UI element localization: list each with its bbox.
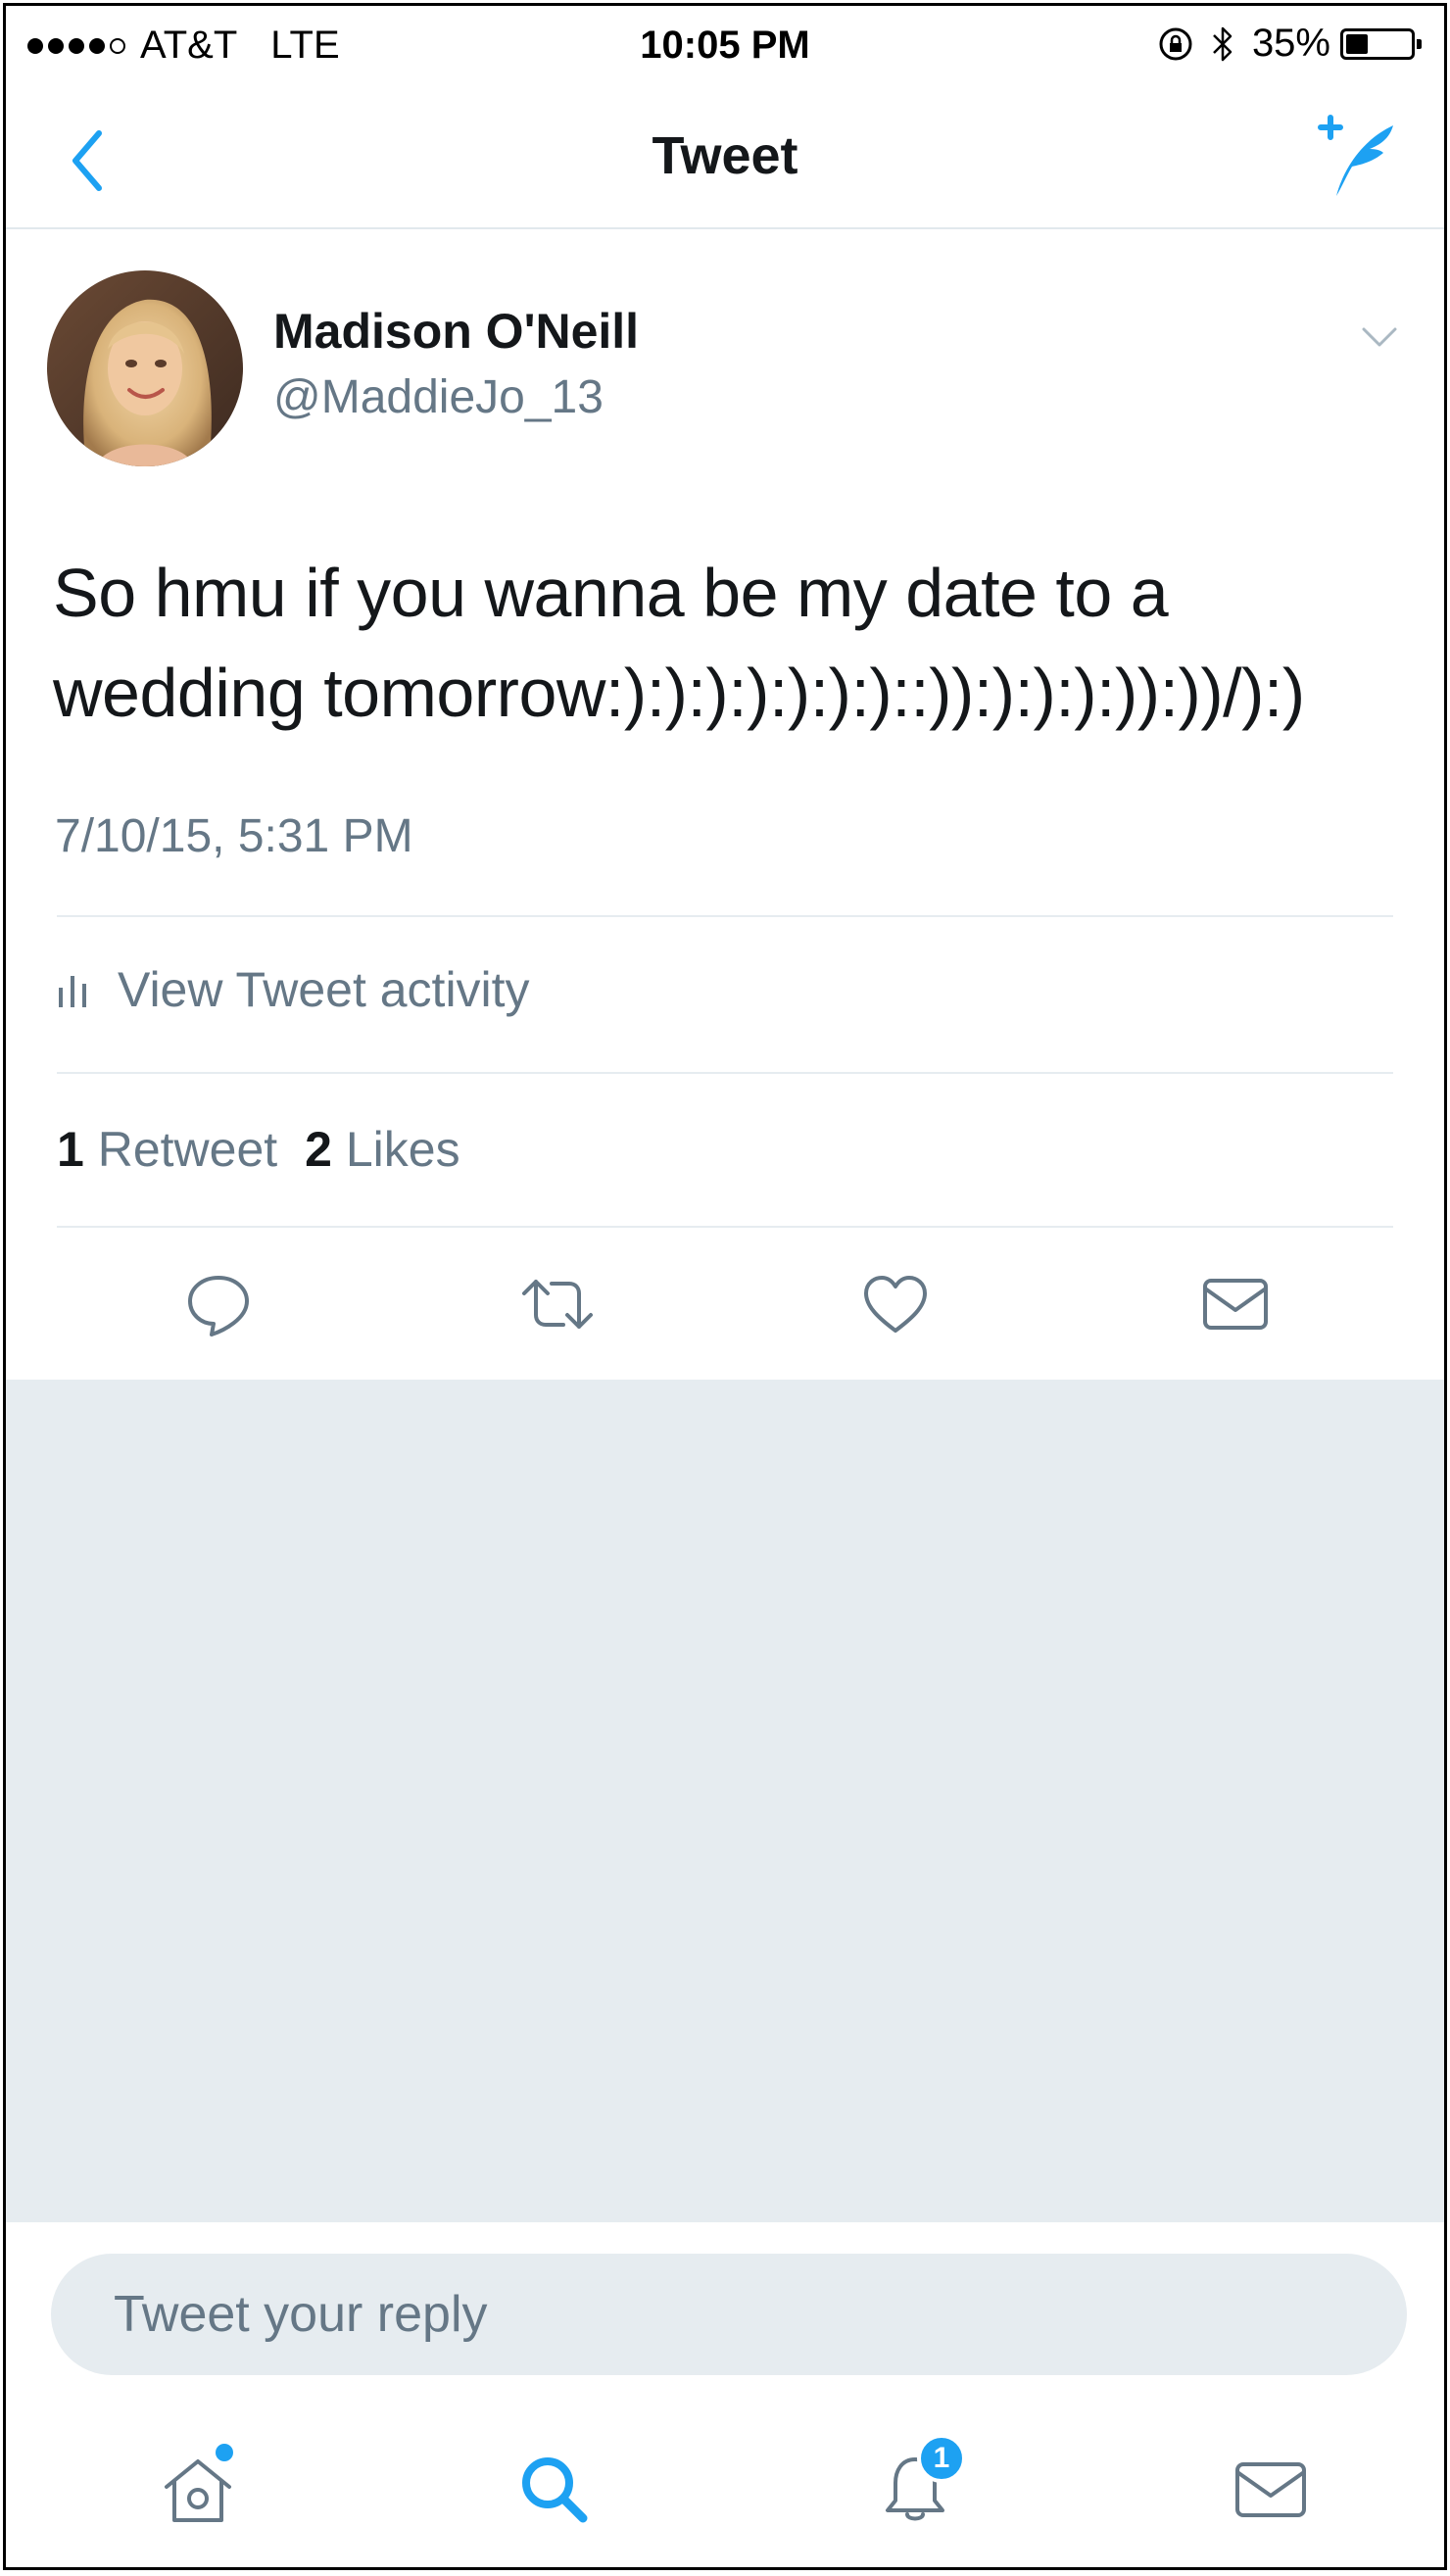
tweet-options-button[interactable] [1350,317,1409,357]
search-icon [522,2457,588,2523]
like-label: Likes [345,1122,460,1177]
tab-notifications[interactable]: 1 [866,2434,966,2538]
profile-photo [47,270,243,466]
retweet-label: Retweet [97,1122,278,1177]
tweet-text-line-2: wedding tomorrow:):):):):):):)::)):):):)… [53,655,1305,731]
phone-screen: AT&T LTE 10:05 PM 35% Tweet Madison O'Ne… [3,3,1447,2570]
orientation-lock-icon [1159,27,1192,60]
compose-tweet-button[interactable] [1307,106,1405,204]
retweet-icon [522,1280,593,1329]
divider [57,1226,1393,1228]
likes-stat[interactable]: 2 Likes [305,1122,459,1177]
status-right: 35% [1158,22,1422,66]
retweet-button[interactable] [513,1260,602,1348]
messages-icon [1235,2462,1306,2517]
notifications-badge: 1 [917,2434,966,2483]
tweet-text-line-1: So hmu if you wanna be my date to a [53,555,1169,631]
tweet-timestamp: 7/10/15, 5:31 PM [55,810,413,862]
page-title: Tweet [652,126,798,185]
chevron-down-icon [1362,327,1397,347]
tab-messages[interactable] [1222,2440,1320,2538]
direct-message-icon [1203,1279,1268,1330]
display-name[interactable]: Madison O'Neill [273,303,639,360]
activity-label: View Tweet activity [118,962,530,1017]
bluetooth-icon [1213,26,1232,61]
avatar[interactable] [47,270,243,466]
reply-placeholder: Tweet your reply [114,2286,488,2343]
direct-message-button[interactable] [1191,1260,1280,1348]
analytics-icon [59,976,86,1007]
user-handle[interactable]: @MaddieJo_13 [273,370,604,424]
nav-bar: Tweet [6,84,1444,229]
replies-area [6,1380,1444,2222]
status-bar: AT&T LTE 10:05 PM 35% [6,6,1444,84]
reply-input[interactable]: Tweet your reply [51,2254,1407,2375]
new-tweets-dot [216,2444,233,2461]
tweet-stats: 1 Retweet 2 Likes [57,1121,460,1178]
compose-feather-icon [1318,115,1393,196]
battery-level [1346,33,1368,54]
tweet-text: So hmu if you wanna be my date to a wedd… [53,543,1425,743]
reply-button[interactable] [174,1260,263,1348]
reply-icon [188,1276,249,1337]
battery-icon [1340,27,1422,60]
home-icon [165,2459,231,2522]
battery-percent: 35% [1251,22,1330,65]
tab-home[interactable] [149,2440,247,2538]
like-count: 2 [305,1122,332,1177]
retweets-stat[interactable]: 1 Retweet [57,1122,277,1177]
tweet-actions [6,1260,1444,1358]
divider [57,1072,1393,1074]
tab-bar: 1 [6,2401,1444,2567]
like-icon [864,1276,927,1333]
like-button[interactable] [851,1260,940,1348]
retweet-count: 1 [57,1122,84,1177]
tab-search[interactable] [505,2440,603,2538]
view-tweet-activity-button[interactable]: View Tweet activity [57,961,530,1018]
divider [57,915,1393,917]
